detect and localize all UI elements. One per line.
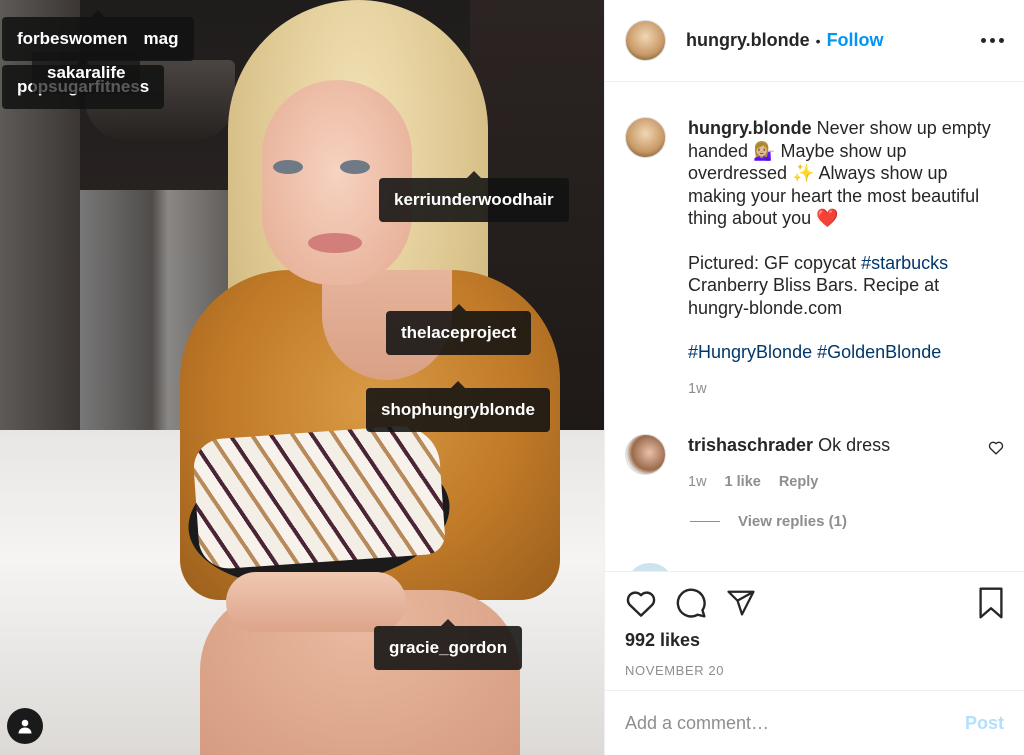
photo-tag-sakaralife[interactable]: sakaralife bbox=[32, 52, 141, 94]
photo-eye-left bbox=[273, 160, 303, 174]
next-commenter-avatar[interactable] bbox=[630, 563, 670, 571]
hashtag-goldenblonde[interactable]: #GoldenBlonde bbox=[817, 342, 941, 362]
replies-divider bbox=[690, 521, 720, 522]
comment-text: Ok dress bbox=[813, 435, 891, 455]
comment-like-heart-icon[interactable] bbox=[988, 440, 1004, 455]
more-options-icon[interactable] bbox=[981, 38, 1004, 43]
commenter-username[interactable]: trishaschrader bbox=[688, 435, 813, 455]
add-comment-bar: Post bbox=[605, 690, 1024, 755]
likes-count[interactable]: 992 likes bbox=[625, 630, 1004, 651]
header-separator: • bbox=[815, 32, 821, 49]
photo-hands bbox=[226, 572, 406, 632]
tagged-users-button[interactable] bbox=[7, 708, 43, 744]
post-header: hungry.blonde • Follow bbox=[605, 0, 1024, 82]
caption-time[interactable]: 1w bbox=[688, 378, 707, 401]
photo-tag-thelaceproject[interactable]: thelaceproject bbox=[386, 304, 532, 355]
caption-pictured-prefix: Pictured: GF copycat bbox=[688, 252, 862, 273]
comment-bubble-icon[interactable] bbox=[675, 587, 707, 619]
comment-item: trishaschrader Ok dress 1w 1 like Reply bbox=[625, 434, 1004, 493]
caption-username[interactable]: hungry.blonde bbox=[688, 118, 812, 138]
person-icon bbox=[18, 719, 32, 734]
comment-likes[interactable]: 1 like bbox=[725, 471, 761, 494]
photo-cranberry-bars bbox=[191, 423, 447, 571]
commenter-avatar[interactable] bbox=[625, 434, 666, 475]
author-avatar[interactable] bbox=[625, 20, 666, 61]
comment-reply-button[interactable]: Reply bbox=[779, 471, 819, 494]
photo-tag-kerriunderwoodhair[interactable]: kerriunderwoodhair bbox=[379, 171, 569, 222]
post-actions: 992 likes NOVEMBER 20 bbox=[605, 571, 1024, 678]
post-comment-button[interactable]: Post bbox=[965, 713, 1004, 734]
share-send-icon[interactable] bbox=[725, 588, 757, 618]
like-heart-icon[interactable] bbox=[625, 588, 657, 618]
photo-tag-mag[interactable]: mag bbox=[144, 29, 179, 48]
post-date[interactable]: NOVEMBER 20 bbox=[625, 663, 1004, 678]
caption-author-avatar[interactable] bbox=[625, 117, 666, 158]
caption: hungry.blonde Never show up empty handed… bbox=[625, 117, 1004, 400]
photo-tag-shophungryblonde[interactable]: shophungryblonde bbox=[366, 381, 550, 432]
post-side-panel: hungry.blonde • Follow hungry.blonde Nev… bbox=[604, 0, 1024, 755]
caption-pictured-suffix: Cranberry Bliss Bars. Recipe at hungry-b… bbox=[688, 275, 940, 318]
save-bookmark-icon[interactable] bbox=[978, 587, 1004, 619]
post-photo[interactable]: popsugarfitness forbeswomenmag sakaralif… bbox=[0, 0, 604, 755]
hashtag-hungryblonde[interactable]: #HungryBlonde bbox=[688, 342, 812, 362]
hashtag-starbucks[interactable]: #starbucks bbox=[861, 253, 948, 273]
add-comment-input[interactable] bbox=[625, 712, 965, 734]
photo-tag-gracie-gordon[interactable]: gracie_gordon bbox=[374, 619, 523, 670]
comments-section[interactable]: hungry.blonde Never show up empty handed… bbox=[605, 83, 1024, 571]
comment-time[interactable]: 1w bbox=[688, 471, 707, 494]
photo-lips bbox=[308, 233, 362, 253]
author-username[interactable]: hungry.blonde bbox=[686, 30, 810, 51]
view-replies-label: View replies (1) bbox=[738, 513, 847, 530]
view-replies-button[interactable]: View replies (1) bbox=[690, 513, 1004, 530]
follow-button[interactable]: Follow bbox=[827, 30, 884, 51]
photo-eye-right bbox=[340, 160, 370, 174]
